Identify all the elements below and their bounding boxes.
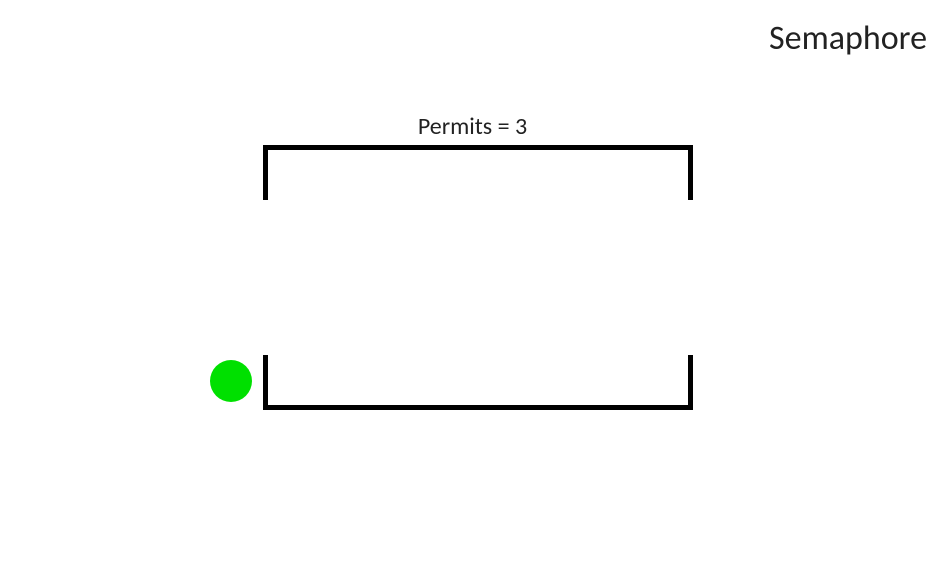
page-title: Semaphore	[769, 18, 927, 59]
thread-token-icon	[210, 360, 252, 402]
permits-label: Permits = 3	[0, 112, 945, 141]
semaphore-slot-bracket-top	[263, 145, 693, 200]
semaphore-queue-bracket-bottom	[263, 355, 693, 410]
